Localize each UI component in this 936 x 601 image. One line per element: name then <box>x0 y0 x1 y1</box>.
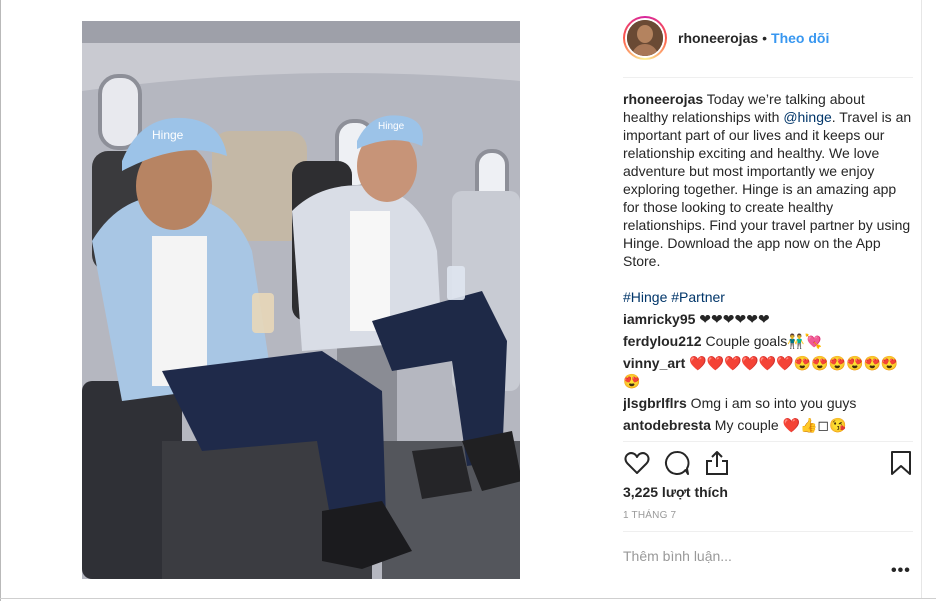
mention-link[interactable]: @hinge <box>783 109 831 125</box>
list-item: ferdylou212 Couple goals👬💘 <box>623 332 913 350</box>
list-item: iamricky95 ❤❤❤❤❤❤ <box>623 310 913 328</box>
comment-author[interactable]: ferdylou212 <box>623 333 702 349</box>
like-count[interactable]: 3,225 lượt thích <box>623 484 728 500</box>
caption-author[interactable]: rhoneerojas <box>623 91 703 107</box>
divider <box>623 77 913 78</box>
avatar-image <box>627 20 663 56</box>
cap-logo-2: Hinge <box>378 121 405 132</box>
comment-icon[interactable] <box>663 449 691 477</box>
post-date[interactable]: 1 THÁNG 7 <box>623 510 676 521</box>
follow-button[interactable]: Theo dõi <box>771 30 829 46</box>
share-icon[interactable] <box>703 449 731 477</box>
comment-text: My couple ❤️👍◻😘 <box>710 417 847 433</box>
post-photo[interactable]: Hinge Hinge <box>82 21 520 579</box>
comment-input[interactable] <box>623 545 883 567</box>
hashtags: #Hinge #Partner <box>623 288 913 306</box>
comment-text: Omg i am so into you guys <box>686 395 857 411</box>
heart-icon[interactable] <box>623 449 651 477</box>
caption-text-2: . Travel is an important part of our liv… <box>623 109 912 269</box>
comment-author[interactable]: iamricky95 <box>623 311 695 327</box>
comment-author[interactable]: vinny_art <box>623 355 685 371</box>
post-photo-illustration: Hinge Hinge <box>82 21 520 579</box>
post-details-panel: rhoneerojas • Theo dõi rhoneerojas Today… <box>623 0 913 598</box>
list-item: antodebresta My couple ❤️👍◻😘 <box>623 416 913 434</box>
list-item: vinny_art ❤️❤️❤️❤️❤️❤️😍😍😍😍😍😍😍 <box>623 354 913 390</box>
separator-dot: • <box>762 30 768 46</box>
divider <box>623 531 913 532</box>
post-header: rhoneerojas • Theo dõi <box>623 14 913 62</box>
comment-author[interactable]: antodebresta <box>623 417 711 433</box>
avatar[interactable] <box>623 16 667 60</box>
hashtag-link[interactable]: #Partner <box>671 289 725 305</box>
cap-logo-1: Hinge <box>152 128 184 142</box>
avatar-ring <box>625 18 665 58</box>
comment-author[interactable]: jlsgbrlflrs <box>623 395 687 411</box>
divider <box>623 441 913 442</box>
post-caption: rhoneerojas Today we’re talking about he… <box>623 90 913 270</box>
more-options-button[interactable]: ••• <box>891 562 911 580</box>
hashtag-link[interactable]: #Hinge <box>623 289 667 305</box>
post-username[interactable]: rhoneerojas <box>678 30 758 46</box>
bookmark-icon[interactable] <box>887 449 915 477</box>
comment-text: ❤❤❤❤❤❤ <box>695 311 770 327</box>
action-bar <box>623 449 913 479</box>
comment-text: Couple goals👬💘 <box>701 333 823 349</box>
list-item: jlsgbrlflrs Omg i am so into you guys <box>623 394 913 412</box>
avatar-illustration <box>627 20 663 56</box>
window-border-bottom <box>0 598 936 599</box>
window-border-right <box>921 0 922 598</box>
comments-list[interactable]: rhoneerojas Today we’re talking about he… <box>623 90 913 440</box>
window-border-left <box>0 0 1 601</box>
